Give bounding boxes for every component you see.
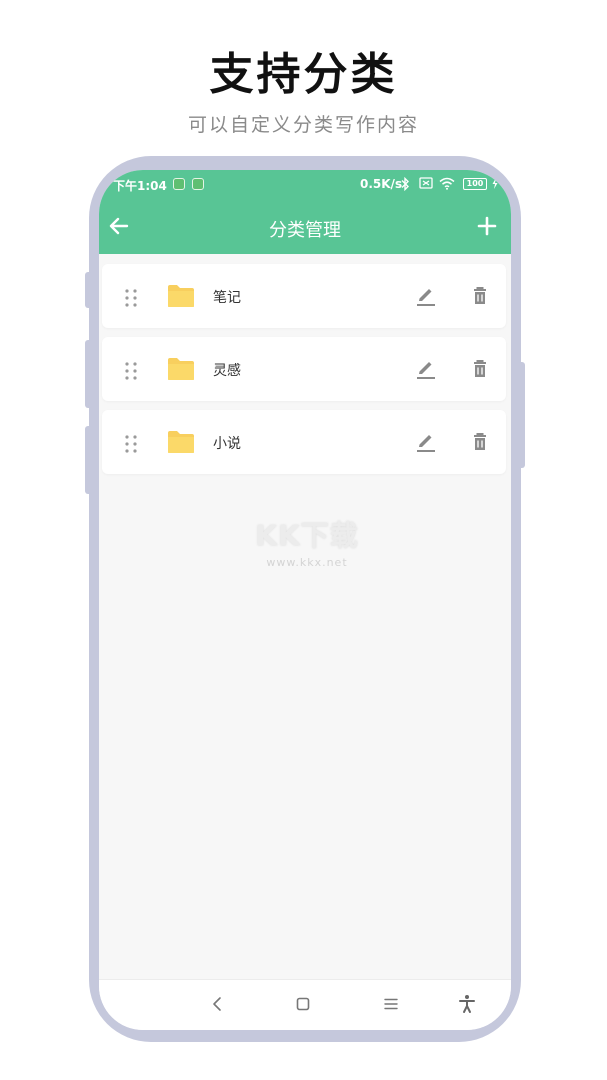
page-title: 分类管理 [269,220,341,241]
bluetooth-icon [401,177,409,191]
watermark-url: www.kkx.net [266,556,348,569]
app-header: 下午1:04 0.5K/s 100 分类管理 [99,170,511,254]
drag-handle-icon[interactable] [124,288,138,308]
home-nav-icon[interactable] [291,992,315,1016]
delete-icon[interactable] [468,357,492,381]
folder-icon [168,431,194,453]
edit-icon[interactable] [414,284,438,308]
system-nav-bar [99,979,511,1030]
menu-nav-icon[interactable] [379,992,403,1016]
watermark: KK下载 www.kkx.net [245,514,369,572]
wifi-icon [439,177,455,190]
category-label: 灵感 [213,363,241,379]
folder-icon [168,358,194,380]
drag-handle-icon[interactable] [124,361,138,381]
promo-subtitle: 可以自定义分类写作内容 [187,114,419,136]
add-category-icon[interactable] [475,214,499,238]
category-item[interactable]: 笔记 [102,264,506,328]
status-time: 下午1:04 [113,179,167,193]
category-item[interactable]: 灵感 [102,337,506,401]
charging-icon [492,178,498,189]
watermark-logo: KK下载 [255,519,359,552]
edit-icon[interactable] [414,357,438,381]
edit-icon[interactable] [414,430,438,454]
category-label: 笔记 [213,290,241,306]
phone-screen: 下午1:04 0.5K/s 100 分类管理 笔记 灵感 小说 KK下载 www… [99,170,511,1030]
folder-icon [168,285,194,307]
network-speed: 0.5K/s [360,177,403,191]
accessibility-icon[interactable] [455,992,479,1016]
notification-icon [192,178,204,190]
phone-side-button [85,272,93,308]
delete-icon[interactable] [468,284,492,308]
delete-icon[interactable] [468,430,492,454]
category-label: 小说 [213,436,241,452]
phone-side-button [517,362,525,468]
back-nav-icon[interactable] [205,992,229,1016]
notification-icon [173,178,185,190]
status-bar: 下午1:04 0.5K/s 100 [99,176,511,194]
sim-icon [419,177,433,189]
category-item[interactable]: 小说 [102,410,506,474]
phone-side-button [85,426,93,494]
drag-handle-icon[interactable] [124,434,138,454]
battery-indicator: 100 [463,178,487,190]
phone-side-button [85,340,93,408]
promo-title: 支持分类 [209,49,398,100]
